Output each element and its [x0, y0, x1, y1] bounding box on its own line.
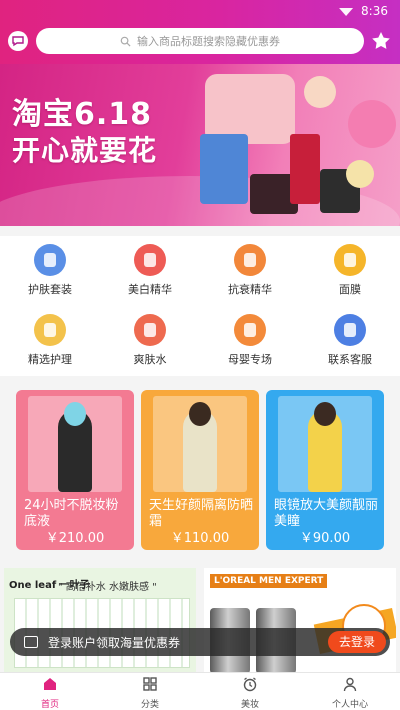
toner-icon	[134, 314, 166, 346]
search-placeholder: 输入商品标题搜索隐藏优惠券	[137, 35, 280, 48]
home-icon	[44, 678, 56, 690]
category-label: 爽肤水	[133, 353, 167, 366]
category-label: 美白精华	[128, 283, 172, 296]
product-price: ￥110.00	[170, 531, 230, 546]
model-head	[189, 402, 211, 426]
category-label: 母婴专场	[228, 353, 272, 366]
alarm-icon	[243, 677, 257, 692]
promo-banner-oneleaf[interactable]: One leaf 一叶子 " 高倍补水 水嫩肤感 "	[4, 568, 196, 674]
login-prompt-text: 登录账户领取海量优惠券	[48, 635, 181, 650]
product-card[interactable]: 眼镜放大美颜靓丽美瞳 ￥90.00	[266, 390, 384, 550]
product-image	[28, 396, 122, 492]
category-item[interactable]: 抗衰精华	[210, 236, 290, 306]
promo-banner-loreal[interactable]: L'OREAL MEN EXPERT	[204, 568, 396, 674]
whitening-serum-icon	[134, 244, 166, 276]
category-item[interactable]: 精选护理	[10, 306, 90, 376]
product-title: 眼镜放大美颜靓丽美瞳	[274, 498, 379, 529]
nav-label: 美妆	[240, 700, 259, 710]
category-item[interactable]: 母婴专场	[210, 306, 290, 376]
app-screen: 8:36 输入商品标题搜索隐藏优惠券 淘宝6.18 开心就要花 护肤套装 美白精…	[0, 0, 400, 710]
search-input[interactable]: 输入商品标题搜索隐藏优惠券	[36, 28, 364, 54]
status-bar: 8:36	[339, 2, 388, 20]
category-label: 抗衰精华	[228, 283, 272, 296]
status-time: 8:36	[361, 4, 388, 18]
care-icon	[34, 314, 66, 346]
category-label: 面膜	[339, 283, 361, 296]
product-title: 24小时不脱妆粉底液	[24, 498, 119, 529]
product-image	[153, 396, 247, 492]
nav-profile[interactable]: 个人中心	[300, 673, 400, 710]
nav-category[interactable]: 分类	[100, 673, 200, 710]
search-icon	[120, 36, 131, 47]
model-head	[314, 402, 336, 426]
login-prompt-bar[interactable]: 登录账户领取海量优惠券 去登录	[10, 628, 390, 656]
grid-icon	[143, 677, 157, 691]
product-image	[278, 396, 372, 492]
nav-label: 首页	[40, 700, 59, 710]
product-cards: 24小时不脱妆粉底液 ￥210.00 天生好颜隔离防晒霜 ￥110.00 眼镜放…	[0, 386, 400, 556]
category-grid: 护肤套装 美白精华 抗衰精华 面膜 精选护理 爽肤水 母婴专场 联系客服	[0, 236, 400, 376]
brand-promos: One leaf 一叶子 " 高倍补水 水嫩肤感 " L'OREAL MEN E…	[0, 566, 400, 676]
service-icon	[334, 314, 366, 346]
promo-banner[interactable]: 淘宝6.18 开心就要花	[0, 64, 400, 226]
user-icon	[343, 677, 357, 692]
nav-label: 个人中心	[331, 700, 368, 710]
top-header: 8:36 输入商品标题搜索隐藏优惠券	[0, 0, 400, 64]
model-head	[64, 402, 86, 426]
nav-beauty[interactable]: 美妆	[200, 673, 300, 710]
promo-slogan: " 高倍补水 水嫩肤感 "	[58, 582, 157, 593]
star-icon[interactable]	[370, 30, 392, 52]
skincare-set-icon	[34, 244, 66, 276]
category-item[interactable]: 联系客服	[310, 306, 390, 376]
category-item[interactable]: 护肤套装	[10, 236, 90, 306]
category-label: 护肤套装	[28, 283, 72, 296]
category-label: 联系客服	[328, 353, 372, 366]
product-card[interactable]: 天生好颜隔离防晒霜 ￥110.00	[141, 390, 259, 550]
product-price: ￥210.00	[45, 531, 105, 546]
category-item[interactable]: 面膜	[310, 236, 390, 306]
face-mask-icon	[334, 244, 366, 276]
product-title: 天生好颜隔离防晒霜	[149, 498, 254, 529]
wifi-icon	[339, 8, 354, 16]
product-card[interactable]: 24小时不脱妆粉底液 ￥210.00	[16, 390, 134, 550]
promo-brand: L'OREAL MEN EXPERT	[210, 574, 328, 588]
message-icon[interactable]	[8, 31, 28, 51]
bottom-nav: 首页 分类 美妆 个人中心	[0, 672, 400, 710]
banner-products-illustration	[200, 74, 396, 214]
nav-home[interactable]: 首页	[0, 673, 100, 710]
category-label: 精选护理	[28, 353, 72, 366]
anti-aging-icon	[234, 244, 266, 276]
ticket-icon	[24, 636, 38, 648]
category-item[interactable]: 美白精华	[110, 236, 190, 306]
baby-icon	[234, 314, 266, 346]
nav-label: 分类	[140, 700, 159, 710]
category-item[interactable]: 爽肤水	[110, 306, 190, 376]
product-price: ￥90.00	[299, 531, 351, 546]
login-button[interactable]: 去登录	[328, 631, 386, 653]
